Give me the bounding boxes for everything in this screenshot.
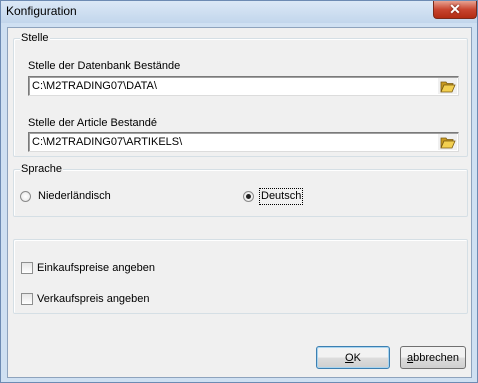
ok-button[interactable]: OK bbox=[316, 346, 390, 369]
checkbox-purchase-price-box[interactable] bbox=[21, 262, 33, 274]
articles-location-label: Stelle der Article Bestandé bbox=[28, 117, 158, 129]
options-group: Einkaufspreise angeben Verkaufspreis ang… bbox=[13, 239, 468, 314]
radio-selected-dot bbox=[246, 194, 251, 199]
articles-location-field[interactable]: C:\M2TRADING07\ARTIKELS\ bbox=[28, 132, 459, 152]
folder-open-icon bbox=[439, 137, 456, 148]
close-icon: ✕ bbox=[449, 1, 461, 17]
radio-button-niederlaendisch[interactable] bbox=[20, 191, 31, 202]
window-title: Konfiguration bbox=[6, 4, 77, 18]
location-group-legend: Stelle bbox=[20, 32, 50, 44]
database-browse-button[interactable] bbox=[438, 78, 457, 94]
radio-label-deutsch[interactable]: Deutsch bbox=[261, 190, 301, 202]
database-location-field[interactable]: C:\M2TRADING07\DATA\ bbox=[28, 76, 459, 96]
ok-button-label: OK bbox=[345, 351, 361, 364]
language-group-legend: Sprache bbox=[20, 163, 63, 175]
language-group: Sprache Niederländisch Deutsch bbox=[13, 163, 468, 217]
checkbox-sale-price-box[interactable] bbox=[21, 293, 33, 305]
articles-location-value: C:\M2TRADING07\ARTIKELS\ bbox=[32, 136, 183, 148]
radio-label-niederlaendisch[interactable]: Niederländisch bbox=[38, 190, 111, 202]
checkbox-purchase-price-label[interactable]: Einkaufspreise angeben bbox=[37, 262, 155, 274]
title-bar[interactable]: Konfiguration ✕ bbox=[1, 1, 477, 23]
location-group: Stelle Stelle der Datenbank Bestände C:\… bbox=[13, 32, 468, 157]
database-location-value: C:\M2TRADING07\DATA\ bbox=[32, 80, 157, 92]
dialog-body: Stelle Stelle der Datenbank Bestände C:\… bbox=[7, 27, 472, 378]
folder-open-icon bbox=[439, 81, 456, 92]
dialog-window: Konfiguration ✕ Stelle Stelle der Datenb… bbox=[0, 0, 478, 383]
cancel-button-label: abbrechen bbox=[407, 351, 459, 364]
database-location-label: Stelle der Datenbank Bestände bbox=[28, 60, 181, 72]
cancel-button[interactable]: abbrechen bbox=[400, 346, 466, 369]
close-button[interactable]: ✕ bbox=[433, 1, 477, 19]
articles-browse-button[interactable] bbox=[438, 134, 457, 150]
radio-button-deutsch[interactable] bbox=[243, 191, 254, 202]
checkbox-sale-price-label[interactable]: Verkaufspreis angeben bbox=[37, 293, 150, 305]
